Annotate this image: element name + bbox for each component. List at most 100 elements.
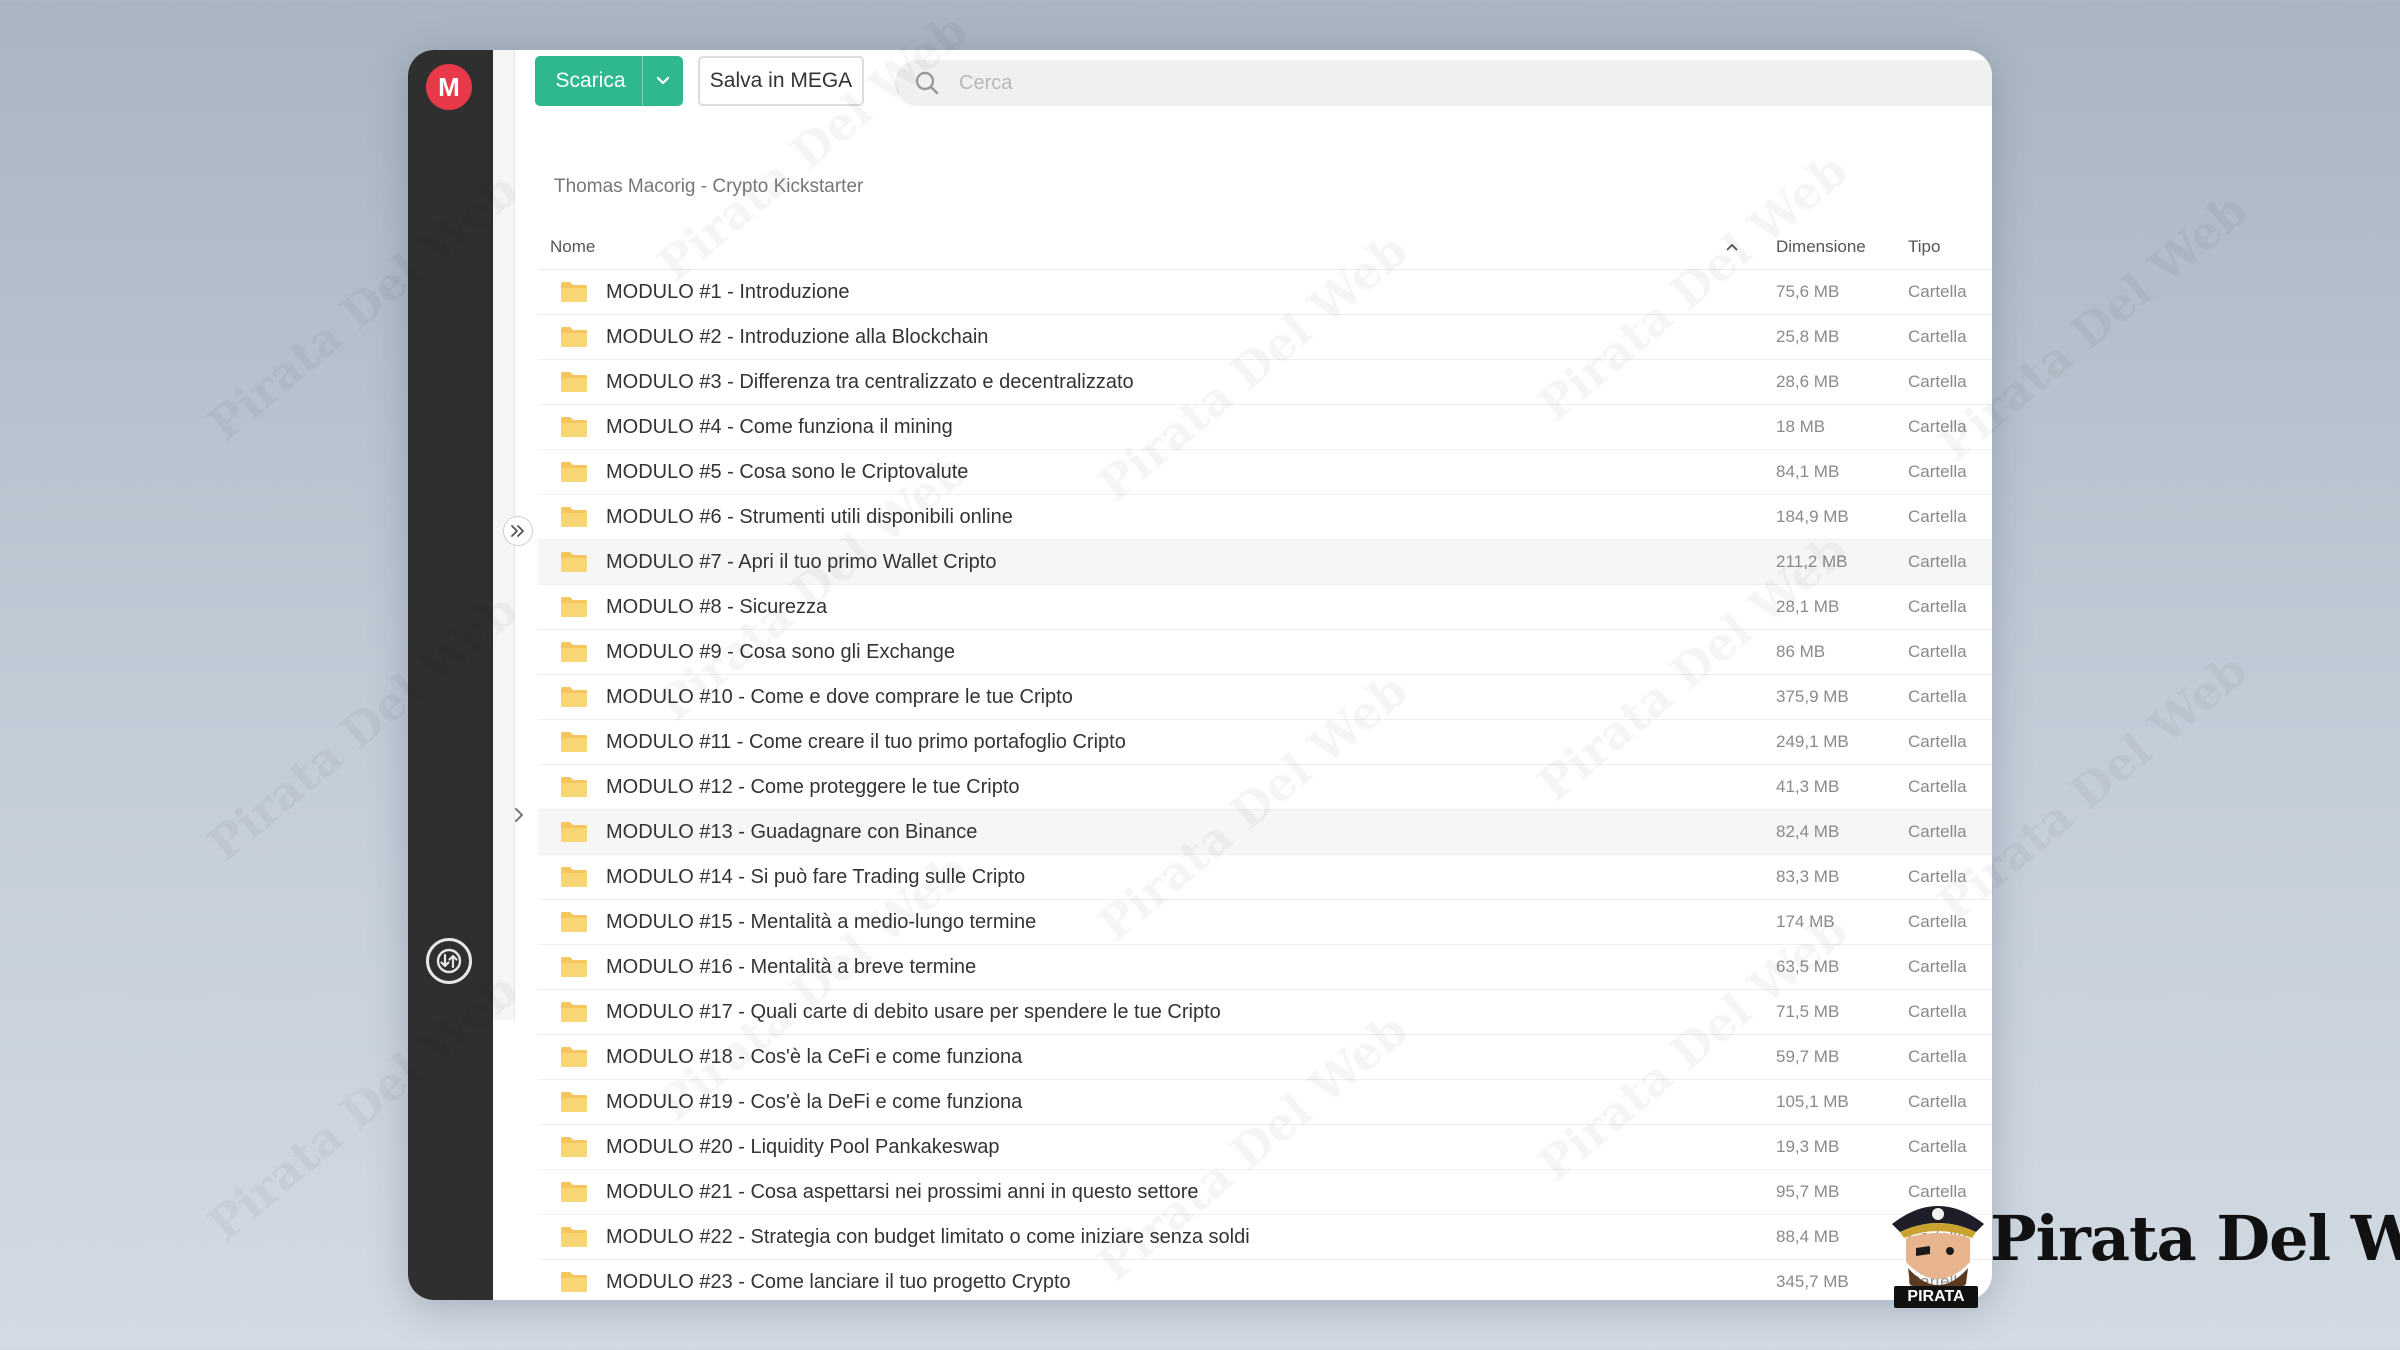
folder-icon [538,731,606,753]
row-type: Cartella [1908,597,1967,616]
column-size[interactable]: Dimensione [1752,237,1892,257]
table-row[interactable]: MODULO #6 - Strumenti utili disponibili … [538,495,1992,540]
row-type: Cartella [1908,507,1967,526]
row-size: 82,4 MB [1776,822,1840,841]
row-name: MODULO #9 - Cosa sono gli Exchange [606,640,956,663]
table-row[interactable]: MODULO #4 - Come funziona il mining 18 MB… [538,405,1992,450]
download-label: Scarica [555,69,626,92]
folder-icon [538,776,606,798]
folder-icon [538,641,606,663]
row-name: MODULO #7 - Apri il tuo primo Wallet Cri… [606,550,997,573]
table-row[interactable]: MODULO #17 - Quali carte di debito usare… [538,990,1992,1035]
table-row[interactable]: MODULO #7 - Apri il tuo primo Wallet Cri… [538,540,1992,585]
table-row[interactable]: MODULO #13 - Guadagnare con Binance 82,4 … [538,810,1992,855]
main-area: Scarica Salva in MEGA Cerca Thomas Macor… [493,50,1992,1300]
table-row[interactable]: MODULO #22 - Strategia con budget limita… [538,1215,1992,1260]
save-to-mega-button[interactable]: Salva in MEGA [698,56,864,106]
folder-icon [538,1091,606,1113]
row-size: 75,6 MB [1776,282,1840,301]
pirate-badge: PIRATA [1894,1286,1978,1308]
folder-icon [538,956,606,978]
table-row[interactable]: MODULO #18 - Cos'è la CeFi e come funzio… [538,1035,1992,1080]
folder-icon [538,596,606,618]
row-size: 41,3 MB [1776,777,1840,796]
search-input[interactable] [959,71,1992,95]
row-size: 105,1 MB [1776,1092,1849,1111]
row-name: MODULO #3 - Differenza tra centralizzato… [606,370,1134,393]
row-size: 184,9 MB [1776,507,1849,526]
row-name: MODULO #19 - Cos'è la DeFi e come funzio… [606,1090,1023,1113]
table-row[interactable]: MODULO #14 - Si può fare Trading sulle C… [538,855,1992,900]
row-size: 375,9 MB [1776,687,1849,706]
table-row[interactable]: MODULO #1 - Introduzione 75,6 MB Cartella [538,270,1992,315]
row-type: Cartella [1908,687,1967,706]
row-size: 95,7 MB [1776,1182,1840,1201]
row-size: 84,1 MB [1776,462,1840,481]
mega-logo[interactable]: M [426,64,472,110]
row-size: 211,2 MB [1776,552,1848,571]
table-row[interactable]: MODULO #2 - Introduzione alla Blockchain… [538,315,1992,360]
breadcrumb[interactable]: Thomas Macorig - Crypto Kickstarter [554,176,863,198]
logo-letter: M [438,71,460,102]
sidebar: M [408,50,493,1300]
table-row[interactable]: MODULO #10 - Come e dove comprare le tue… [538,675,1992,720]
table-row[interactable]: MODULO #15 - Mentalità a medio-lungo ter… [538,900,1992,945]
row-name: MODULO #21 - Cosa aspettarsi nei prossim… [606,1180,1199,1203]
row-name: MODULO #23 - Come lanciare il tuo proget… [606,1270,1071,1293]
brand-name: Pirata Del Web [1990,1202,2400,1275]
folder-icon [538,1181,606,1203]
pirate-logo-icon [1892,1206,1984,1294]
row-size: 18 MB [1776,417,1826,436]
row-type: Cartella [1908,642,1967,661]
mega-window: M Scarica Salva in MEGA Cerca Thomas Mac… [408,50,1992,1300]
search-icon [895,70,959,96]
chevron-right-icon[interactable] [509,800,529,830]
row-name: MODULO #1 - Introduzione [606,280,850,303]
table-header: Nome Dimensione Tipo [538,224,1992,270]
row-name: MODULO #10 - Come e dove comprare le tue… [606,685,1073,708]
row-name: MODULO #16 - Mentalità a breve termine [606,955,977,978]
table-row[interactable]: MODULO #11 - Come creare il tuo primo po… [538,720,1992,765]
table-row[interactable]: MODULO #5 - Cosa sono le Criptovalute 84,… [538,450,1992,495]
watermark-brand: PIRATA Pirata Del Web [1878,1184,2400,1308]
row-size: 83,3 MB [1776,867,1840,886]
folder-icon [538,821,606,843]
folder-icon [538,1136,606,1158]
row-size: 59,7 MB [1776,1047,1840,1066]
row-type: Cartella [1908,1002,1967,1021]
row-name: MODULO #14 - Si può fare Trading sulle C… [606,865,1026,888]
search-bar[interactable] [895,60,1992,106]
row-size: 28,1 MB [1776,597,1840,616]
row-type: Cartella [1908,327,1967,346]
column-type[interactable]: Tipo [1892,237,1992,257]
folder-icon [538,1046,606,1068]
row-name: MODULO #11 - Come creare il tuo primo po… [606,730,1126,753]
table-row[interactable]: MODULO #21 - Cosa aspettarsi nei prossim… [538,1170,1992,1215]
transfer-manager-icon[interactable] [426,938,472,984]
download-button[interactable]: Scarica [535,56,683,106]
chevron-down-icon[interactable] [643,76,683,86]
table-row[interactable]: MODULO #20 - Liquidity Pool Pankakeswap 1… [538,1125,1992,1170]
row-size: 249,1 MB [1776,732,1849,751]
table-row[interactable]: MODULO #8 - Sicurezza 28,1 MB Cartella [538,585,1992,630]
row-type: Cartella [1908,822,1967,841]
row-type: Cartella [1908,417,1967,436]
table-row[interactable]: MODULO #19 - Cos'è la DeFi e come funzio… [538,1080,1992,1125]
sort-ascending-icon[interactable] [1712,243,1752,251]
row-name: MODULO #5 - Cosa sono le Criptovalute [606,460,969,483]
expand-panel-icon[interactable] [503,516,533,546]
folder-icon [538,686,606,708]
table-row[interactable]: MODULO #3 - Differenza tra centralizzato… [538,360,1992,405]
folder-icon [538,326,606,348]
row-name: MODULO #6 - Strumenti utili disponibili … [606,505,1013,528]
table-row[interactable]: MODULO #9 - Cosa sono gli Exchange 86 MB C… [538,630,1992,675]
save-label: Salva in MEGA [709,69,853,92]
row-type: Cartella [1908,867,1967,886]
table-row[interactable]: MODULO #12 - Come proteggere le tue Crip… [538,765,1992,810]
row-name: MODULO #17 - Quali carte di debito usare… [606,1000,1221,1023]
table-row[interactable]: MODULO #23 - Come lanciare il tuo proget… [538,1260,1992,1300]
table-row[interactable]: MODULO #16 - Mentalità a breve termine 63… [538,945,1992,990]
row-size: 19,3 MB [1776,1137,1840,1156]
column-name[interactable]: Nome [538,237,1712,257]
row-type: Cartella [1908,1092,1967,1111]
